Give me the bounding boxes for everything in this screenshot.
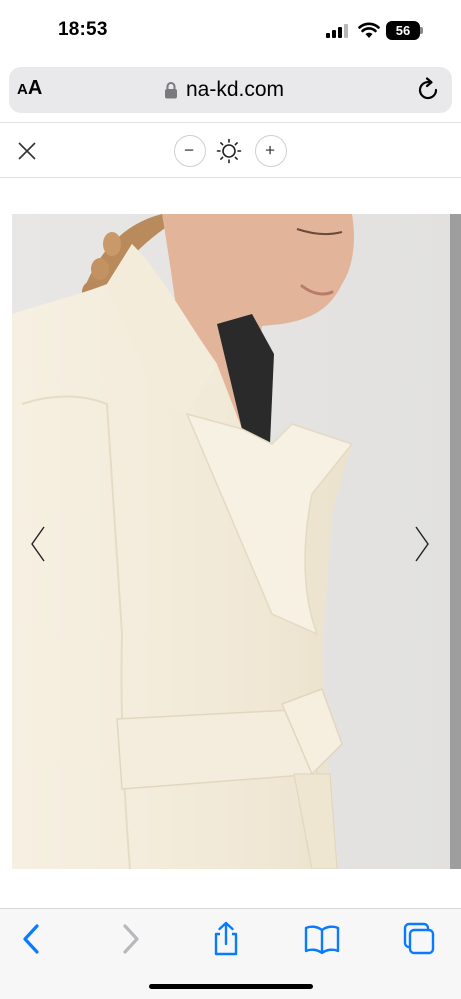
zoom-out-icon	[184, 149, 194, 151]
lock-icon	[165, 82, 177, 99]
close-icon[interactable]	[18, 142, 36, 160]
zoom-in-button[interactable]	[255, 135, 287, 167]
reload-icon[interactable]	[414, 76, 442, 104]
share-icon[interactable]	[206, 921, 246, 957]
battery-tip	[420, 27, 423, 34]
image-viewer-toolbar	[0, 122, 461, 178]
product-image-gallery[interactable]	[0, 214, 461, 869]
text-size-button[interactable]: AA	[17, 77, 57, 103]
signal-icon	[326, 24, 348, 38]
url-text: na-kd.com	[186, 78, 285, 101]
forward-icon[interactable]	[110, 921, 150, 957]
brightness-icon[interactable]	[216, 138, 242, 164]
battery-icon: 56	[386, 21, 420, 40]
zoom-out-button[interactable]	[174, 135, 206, 167]
wifi-icon	[358, 22, 380, 38]
status-bar: 18:53 56	[0, 0, 461, 62]
text-size-large-a: A	[27, 77, 43, 99]
zoom-in-icon	[265, 145, 275, 155]
next-image-preview[interactable]	[450, 214, 461, 869]
address-bar[interactable]: AA na-kd.com	[9, 67, 452, 113]
bookmarks-icon[interactable]	[302, 921, 342, 957]
status-time: 18:53	[58, 19, 108, 40]
url-display[interactable]: na-kd.com	[164, 78, 284, 102]
product-photo[interactable]	[12, 214, 450, 869]
tabs-icon[interactable]	[399, 921, 439, 957]
text-size-small-a: A	[17, 81, 28, 98]
back-icon[interactable]	[12, 921, 52, 957]
home-indicator	[149, 984, 313, 989]
chevron-left-icon[interactable]	[26, 519, 50, 569]
chevron-right-icon[interactable]	[410, 519, 434, 569]
